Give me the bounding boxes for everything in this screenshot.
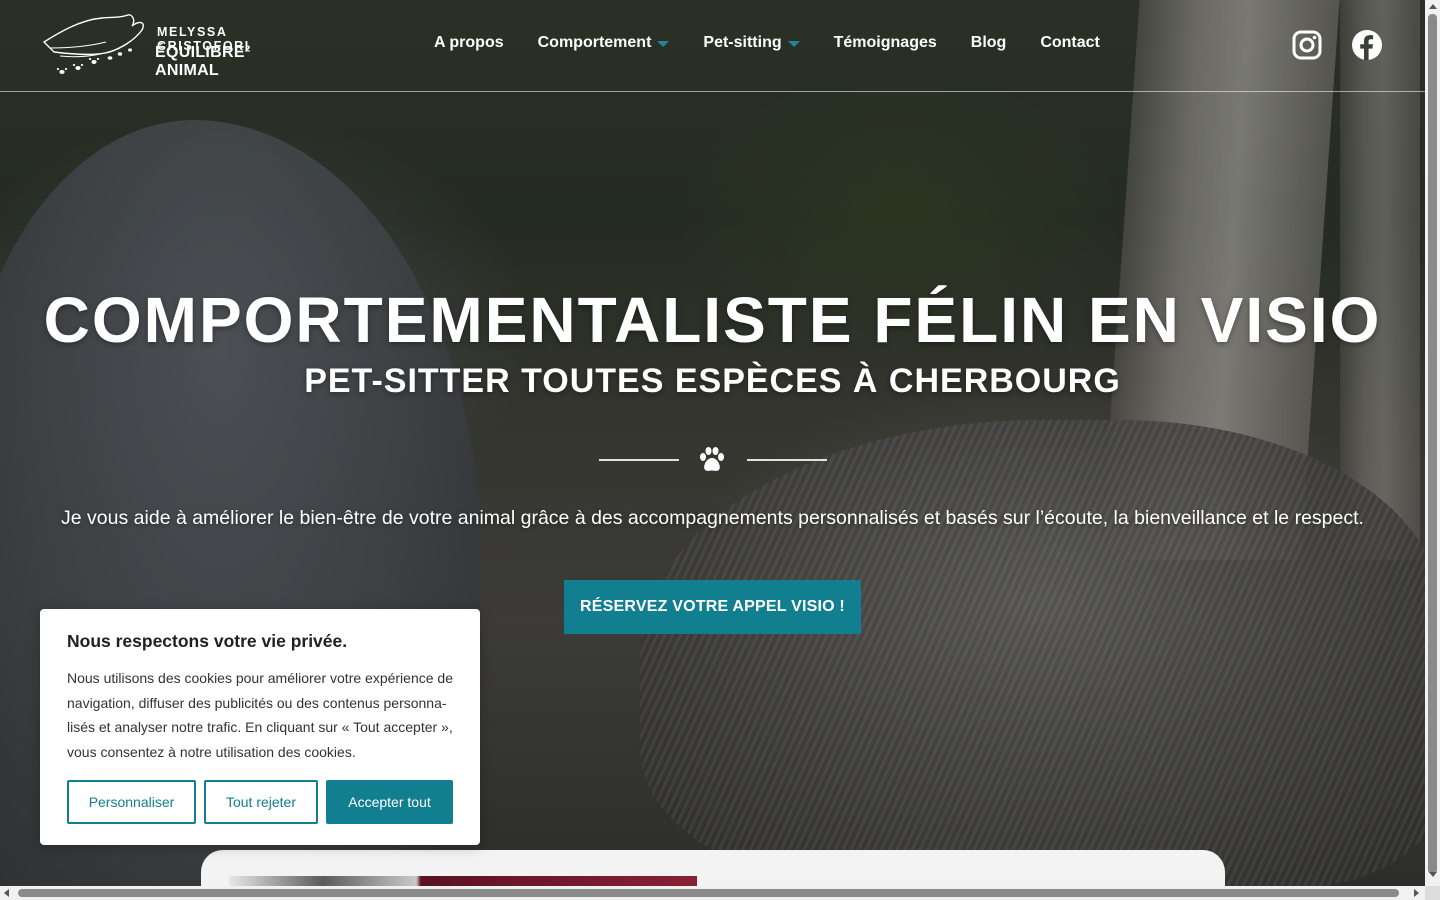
scroll-down-arrow-icon[interactable] (1429, 872, 1437, 877)
nav-item-label: Contact (1040, 34, 1100, 51)
nav-item-label: Comportement (537, 34, 652, 51)
scrollbar-corner (1425, 886, 1440, 900)
scroll-right-arrow-icon[interactable] (1414, 889, 1419, 897)
hero-divider (599, 445, 827, 475)
hero-subtitle: PET-SITTER TOUTES ESPÈCES À CHERBOURG (304, 362, 1121, 400)
cookie-customize-button[interactable]: Personnaliser (67, 780, 196, 824)
nav-item-temoignages[interactable]: Témoignages (834, 34, 937, 52)
chevron-down-icon[interactable] (787, 41, 800, 47)
nav-item-label: Blog (970, 34, 1007, 51)
nav-item-a-propos[interactable]: A propos (434, 34, 504, 52)
cookie-title: Nous respectons votre vie privée. (67, 631, 348, 651)
hero-description: Je vous aide à améliorer le bien-être de… (61, 507, 1364, 529)
cookie-accept-button[interactable]: Accepter tout (326, 780, 453, 824)
nav-item-label: Pet-sitting (703, 34, 782, 51)
cookie-reject-button[interactable]: Tout rejeter (204, 780, 318, 824)
cookie-text: Nous utilisons des cookies pour améliore… (67, 670, 453, 760)
scroll-up-arrow-icon[interactable] (1429, 4, 1437, 9)
scroll-left-arrow-icon[interactable] (4, 889, 9, 897)
nav-item-pet-sitting[interactable]: Pet-sitting (703, 34, 800, 52)
main-navigation: A propos Comportement Pet-sitting Témoig… (434, 34, 1134, 52)
site-header: MELYSSA CRISTOFORI ÉQUILIBRE² ANIMAL A p… (0, 0, 1425, 92)
site-logo[interactable]: MELYSSA CRISTOFORI ÉQUILIBRE² ANIMAL (40, 12, 310, 79)
facebook-link[interactable] (1351, 29, 1383, 61)
paw-icon (700, 447, 724, 471)
facebook-icon (1352, 30, 1382, 60)
horizontal-scrollbar[interactable] (0, 886, 1425, 900)
logo-brand-name: ÉQUILIBRE² ANIMAL (155, 44, 251, 79)
vertical-scrollbar[interactable] (1425, 0, 1440, 886)
instagram-icon (1292, 30, 1322, 60)
nav-item-contact[interactable]: Contact (1040, 34, 1100, 52)
scrollbar-thumb[interactable] (1428, 14, 1437, 874)
nav-item-blog[interactable]: Blog (971, 34, 1007, 52)
scrollbar-thumb[interactable] (18, 889, 1399, 897)
nav-item-label: Témoignages (833, 34, 937, 51)
book-visio-call-button[interactable]: RÉSERVEZ VOTRE APPEL VISIO ! (564, 580, 861, 634)
chevron-down-icon[interactable] (657, 41, 670, 47)
instagram-link[interactable] (1291, 29, 1323, 61)
divider-line (599, 459, 679, 461)
cookie-consent-dialog: Nous respectons votre vie privée. Nous u… (40, 609, 480, 845)
divider-line (747, 459, 827, 461)
nav-item-comportement[interactable]: Comportement (538, 34, 670, 52)
hero-title: COMPORTEMENTALISTE FÉLIN EN VISIO (43, 284, 1382, 356)
hand-paw-logo-icon (42, 14, 144, 74)
nav-item-label: A propos (434, 34, 504, 51)
